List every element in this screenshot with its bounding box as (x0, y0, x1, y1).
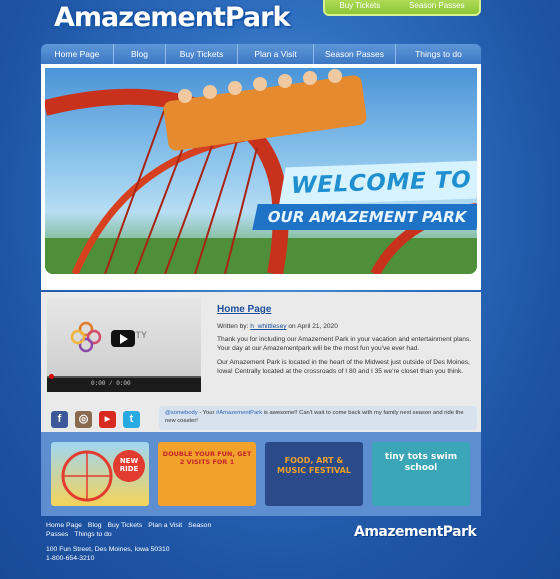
top-quick-links: Buy Tickets Season Passes (323, 0, 481, 16)
tweet-text: - Your (197, 410, 217, 416)
tweet-handle[interactable]: @somebody (165, 410, 198, 416)
youtube-icon[interactable]: ▶ (99, 411, 116, 428)
post-article: Home Page Written by: h_whittlesey on Ap… (217, 304, 475, 382)
footer-link-buy-tickets[interactable]: Buy Tickets (108, 522, 143, 529)
promo-double-fun[interactable]: DOUBLE YOUR FUN, GET 2 VISITS FOR 1 (158, 442, 256, 506)
promo-new-ride[interactable]: NEW RIDE (51, 442, 149, 506)
promo-swim-school[interactable]: tiny tots swim school (372, 442, 470, 506)
promo-festival[interactable]: FOOD, ART & MUSIC FESTIVAL (265, 442, 363, 506)
video-player[interactable]: VITY 0:00 / 0:00 (47, 298, 201, 392)
footer-contact: 100 Fun Street, Des Moines, Iowa 50310 1… (46, 545, 170, 563)
content-section: VITY 0:00 / 0:00 Home Page Written by: h… (41, 292, 481, 404)
hero-banner: WELCOME TO OUR AMAZEMENT PARK (41, 64, 481, 290)
play-button[interactable] (111, 330, 135, 347)
nav-things-to-do[interactable]: Things to do (396, 44, 481, 64)
promo-strip: NEW RIDE DOUBLE YOUR FUN, GET 2 VISITS F… (41, 432, 481, 516)
video-progress-bar[interactable] (47, 376, 201, 378)
twitter-icon[interactable]: t (123, 411, 140, 428)
footer-links: Home Page Blog Buy Tickets Plan a Visit Seas… (46, 521, 236, 539)
footer-phone: 1-800-654-3210 (46, 555, 95, 562)
post-meta: Written by: h_whittlesey on April 21, 20… (217, 323, 475, 330)
footer-address: 100 Fun Street, Des Moines, Iowa 50310 (46, 546, 170, 553)
post-paragraph: Our Amazement Park is located in the hea… (217, 359, 470, 375)
tweet-box: @somebody - Your #AmazementPark is aweso… (159, 406, 477, 430)
welcome-subheading: OUR AMAZEMENT PARK (252, 204, 477, 230)
promo-label: DOUBLE YOUR FUN, GET 2 VISITS FOR 1 (162, 450, 252, 466)
video-brand-logo-icon (70, 321, 102, 353)
tweet-hashtag[interactable]: #AmazementPark (216, 410, 262, 416)
site-logo[interactable]: AmazementPark (54, 2, 290, 33)
top-link-season-passes[interactable]: Season Passes (409, 1, 465, 10)
welcome-heading: WELCOME TO (278, 160, 477, 206)
social-row: f ◎ ▶ t @somebody - Your #AmazementPark … (41, 404, 481, 432)
video-scrubber[interactable] (49, 374, 54, 379)
nav-season-passes[interactable]: Season Passes (314, 44, 396, 64)
roller-coaster-image: WELCOME TO OUR AMAZEMENT PARK (45, 68, 477, 274)
nav-buy-tickets[interactable]: Buy Tickets (166, 44, 238, 64)
footer-link-things-to-do[interactable]: Things to do (74, 531, 111, 538)
footer-link-plan-a-visit[interactable]: Plan a Visit (148, 522, 182, 529)
post-written-by-label: Written by: (217, 323, 249, 330)
footer-link-blog[interactable]: Blog (88, 522, 102, 529)
promo-label: tiny tots swim school (384, 452, 458, 473)
nav-home-page[interactable]: Home Page (41, 44, 114, 64)
nav-blog[interactable]: Blog (114, 44, 166, 64)
post-title[interactable]: Home Page (217, 304, 475, 315)
main-nav: Home Page Blog Buy Tickets Plan a Visit … (41, 44, 481, 64)
instagram-icon[interactable]: ◎ (75, 411, 92, 428)
footer-logo[interactable]: AmazementPark (354, 524, 477, 540)
post-date: on April 21, 2020 (288, 323, 338, 330)
post-author-link[interactable]: h_whittlesey (250, 323, 286, 330)
video-time: 0:00 / 0:00 (91, 380, 131, 387)
ferris-wheel-icon (61, 450, 145, 502)
promo-label: FOOD, ART & MUSIC FESTIVAL (277, 456, 351, 475)
nav-plan-a-visit[interactable]: Plan a Visit (238, 44, 314, 64)
post-body: Thank you for including our Amazement Pa… (217, 336, 475, 376)
facebook-icon[interactable]: f (51, 411, 68, 428)
top-link-buy-tickets[interactable]: Buy Tickets (339, 1, 380, 10)
footer-link-home-page[interactable]: Home Page (46, 522, 82, 529)
post-paragraph: Thank you for including our Amazement Pa… (217, 336, 472, 352)
promo-label: NEW RIDE (119, 457, 139, 473)
